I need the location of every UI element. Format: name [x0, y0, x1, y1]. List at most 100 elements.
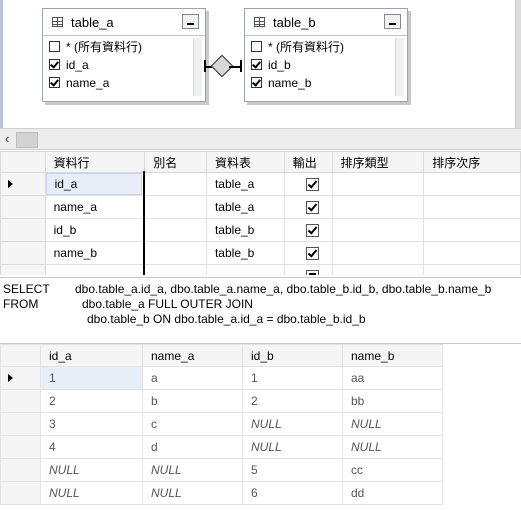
sort-order-cell[interactable] — [423, 241, 521, 265]
column-cell[interactable]: name_b — [44, 241, 146, 265]
table-a-scrollbar[interactable] — [193, 38, 202, 96]
alias-cell[interactable] — [144, 218, 207, 242]
cell[interactable]: NULL — [40, 458, 143, 482]
row-header[interactable] — [0, 366, 41, 390]
table-b-column-all[interactable]: * (所有資料行) — [251, 38, 393, 56]
column-value[interactable]: id_a — [46, 173, 143, 195]
cell[interactable]: aa — [342, 366, 443, 390]
output-checkbox[interactable] — [305, 269, 319, 275]
output-checkbox[interactable] — [305, 246, 319, 260]
criteria-row[interactable]: id_b table_b — [0, 218, 521, 242]
sort-type-cell[interactable] — [331, 172, 425, 196]
table-cell[interactable]: table_a — [205, 195, 285, 219]
table-b-title-bar[interactable]: table_b — [245, 9, 407, 36]
cell[interactable]: 5 — [242, 458, 343, 482]
row-header[interactable] — [0, 412, 41, 436]
table-a-column-all[interactable]: * (所有資料行) — [49, 38, 191, 56]
criteria-row[interactable]: id_a table_a — [0, 172, 521, 196]
cell[interactable]: NULL — [242, 412, 343, 436]
table-cell[interactable]: table_a — [205, 172, 285, 196]
column-splitter[interactable] — [143, 171, 145, 275]
output-cell[interactable] — [283, 195, 333, 219]
cell[interactable]: bb — [342, 389, 443, 413]
cell[interactable]: NULL — [40, 481, 143, 505]
output-checkbox[interactable] — [305, 223, 319, 237]
cell[interactable]: NULL — [342, 435, 443, 459]
scroll-left-icon[interactable]: ‹ — [5, 131, 9, 146]
header-alias[interactable]: 別名 — [144, 151, 207, 173]
cell[interactable]: NULL — [342, 412, 443, 436]
row-header[interactable] — [0, 195, 46, 219]
table-cell[interactable]: table_b — [205, 241, 285, 265]
sort-type-cell[interactable] — [331, 264, 425, 275]
row-header[interactable] — [0, 264, 46, 275]
results-row[interactable]: NULL NULL 6 dd — [0, 481, 443, 505]
criteria-new-row[interactable] — [0, 264, 521, 275]
output-cell[interactable] — [283, 241, 333, 265]
header-id-b[interactable]: id_b — [242, 344, 343, 367]
minimize-icon[interactable] — [182, 14, 199, 29]
row-header[interactable] — [0, 458, 41, 482]
output-cell[interactable] — [283, 264, 333, 275]
cell[interactable]: c — [142, 412, 243, 436]
cell[interactable]: dd — [342, 481, 443, 505]
header-column[interactable]: 資料行 — [44, 151, 146, 173]
cell[interactable]: d — [142, 435, 243, 459]
sql-pane[interactable]: SELECT dbo.table_a.id_a, dbo.table_a.nam… — [0, 277, 521, 344]
row-header[interactable] — [0, 172, 46, 196]
row-header[interactable] — [0, 241, 46, 265]
results-row[interactable]: 1 a 1 aa — [0, 366, 443, 390]
table-a-column-name-a[interactable]: name_a — [49, 74, 191, 92]
diagram-vertical-scrollbar[interactable] — [515, 0, 521, 128]
table-a-column-id-a[interactable]: id_a — [49, 56, 191, 74]
table-b-column-id-b[interactable]: id_b — [251, 56, 393, 74]
row-header[interactable] — [0, 435, 41, 459]
cell[interactable]: b — [142, 389, 243, 413]
column-cell[interactable]: id_b — [44, 218, 146, 242]
cell[interactable]: NULL — [242, 435, 343, 459]
cell[interactable]: a — [142, 366, 243, 390]
sort-type-cell[interactable] — [331, 241, 425, 265]
table-b-column-name-b[interactable]: name_b — [251, 74, 393, 92]
header-name-b[interactable]: name_b — [342, 344, 443, 367]
table-b-box[interactable]: table_b * (所有資料行) id_b name_b — [244, 8, 408, 102]
header-id-a[interactable]: id_a — [40, 344, 143, 367]
cell[interactable]: 1 — [242, 366, 343, 390]
row-header[interactable] — [0, 481, 41, 505]
scroll-thumb[interactable] — [16, 132, 38, 148]
cell[interactable]: 2 — [40, 389, 143, 413]
column-checkbox[interactable] — [49, 59, 60, 70]
column-checkbox[interactable] — [251, 41, 262, 52]
cell[interactable]: 4 — [40, 435, 143, 459]
column-checkbox[interactable] — [251, 59, 262, 70]
column-checkbox[interactable] — [49, 41, 60, 52]
column-checkbox[interactable] — [49, 77, 60, 88]
diagram-horizontal-scrollbar[interactable]: ‹ — [0, 128, 521, 150]
column-cell[interactable]: id_a — [44, 172, 146, 196]
sort-type-cell[interactable] — [331, 195, 425, 219]
criteria-row[interactable]: name_b table_b — [0, 241, 521, 265]
sort-order-cell[interactable] — [423, 264, 521, 275]
results-row[interactable]: 3 c NULL NULL — [0, 412, 443, 436]
cell[interactable]: NULL — [142, 481, 243, 505]
table-cell[interactable]: table_b — [205, 218, 285, 242]
column-checkbox[interactable] — [251, 77, 262, 88]
results-row[interactable]: NULL NULL 5 cc — [0, 458, 443, 482]
column-cell[interactable]: name_a — [44, 195, 146, 219]
sort-order-cell[interactable] — [423, 172, 521, 196]
alias-cell[interactable] — [144, 172, 207, 196]
alias-cell[interactable] — [144, 195, 207, 219]
table-b-scrollbar[interactable] — [395, 38, 404, 96]
sort-order-cell[interactable] — [423, 218, 521, 242]
header-name-a[interactable]: name_a — [142, 344, 243, 367]
header-sort-type[interactable]: 排序類型 — [331, 151, 425, 173]
output-checkbox[interactable] — [305, 200, 319, 214]
row-header[interactable] — [0, 389, 41, 413]
alias-cell[interactable] — [144, 241, 207, 265]
cell[interactable]: 3 — [40, 412, 143, 436]
table-a-box[interactable]: table_a * (所有資料行) id_a name_a — [42, 8, 206, 102]
cell[interactable]: cc — [342, 458, 443, 482]
output-cell[interactable] — [283, 218, 333, 242]
sort-type-cell[interactable] — [331, 218, 425, 242]
results-row[interactable]: 2 b 2 bb — [0, 389, 443, 413]
